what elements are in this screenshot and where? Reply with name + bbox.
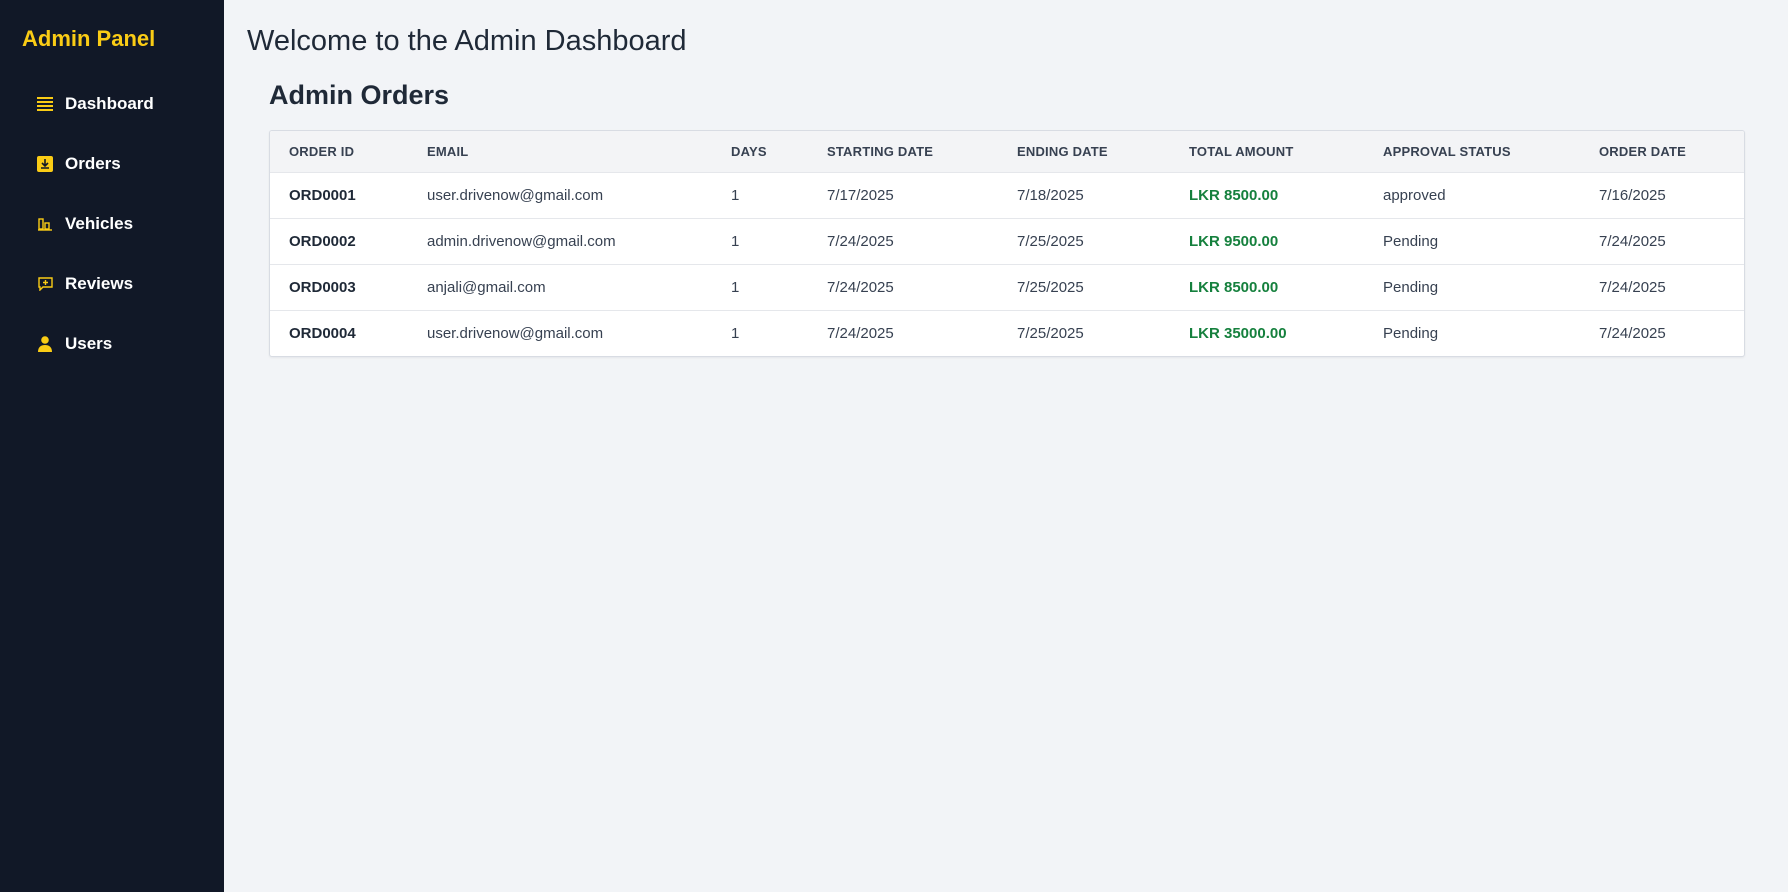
cell-total-amount: LKR 9500.00 xyxy=(1170,218,1364,265)
sidebar-item-dashboard[interactable]: Dashboard xyxy=(0,74,224,134)
main-content: Welcome to the Admin Dashboard Admin Ord… xyxy=(224,0,1788,892)
sidebar-item-users[interactable]: Users xyxy=(0,314,224,374)
cell-order-id: ORD0004 xyxy=(289,324,356,342)
sidebar-item-reviews[interactable]: Reviews xyxy=(0,254,224,314)
cell-days: 1 xyxy=(712,264,808,311)
cell-email: anjali@gmail.com xyxy=(408,264,712,311)
cell-days: 1 xyxy=(712,218,808,265)
table-row: ORD0004 user.drivenow@gmail.com 1 7/24/2… xyxy=(270,310,1744,356)
orders-table: ORDER ID EMAIL DAYS STARTING DATE ENDING… xyxy=(270,131,1744,356)
table-row: ORD0001 user.drivenow@gmail.com 1 7/17/2… xyxy=(270,172,1744,219)
sidebar: Admin Panel Dashboard Orders Vehicles Re… xyxy=(0,0,224,892)
cell-order-date: 7/16/2025 xyxy=(1580,172,1744,219)
column-header-approval-status: APPROVAL STATUS xyxy=(1364,131,1580,173)
cell-approval-status: approved xyxy=(1364,172,1580,219)
sidebar-item-label: Users xyxy=(65,334,113,353)
cell-email: user.drivenow@gmail.com xyxy=(408,172,712,219)
cell-days: 1 xyxy=(712,172,808,219)
brand-title: Admin Panel xyxy=(22,26,156,51)
table-header-row: ORDER ID EMAIL DAYS STARTING DATE ENDING… xyxy=(270,131,1744,173)
column-header-order-id: ORDER ID xyxy=(270,131,408,173)
cell-order-id: ORD0001 xyxy=(270,172,408,219)
cell-approval-status: Pending xyxy=(1364,218,1580,265)
column-header-total-amount: TOTAL AMOUNT xyxy=(1170,131,1364,173)
cell-order-id: ORD0002 xyxy=(270,218,408,265)
cell-ending-date: 7/25/2025 xyxy=(998,264,1170,311)
table-row: ORD0002 admin.drivenow@gmail.com 1 7/24/… xyxy=(270,218,1744,265)
cell-email: admin.drivenow@gmail.com xyxy=(408,218,712,265)
cell-order-date: 7/24/2025 xyxy=(1599,324,1666,342)
cell-total-amount: LKR 35000.00 xyxy=(1189,324,1287,342)
download-icon xyxy=(36,155,54,173)
sidebar-item-orders[interactable]: Orders xyxy=(0,134,224,194)
cell-starting-date: 7/24/2025 xyxy=(808,264,998,311)
cell-ending-date: 7/18/2025 xyxy=(998,172,1170,219)
column-header-days: DAYS xyxy=(712,131,808,173)
column-header-ending-date: ENDING DATE xyxy=(998,131,1170,173)
list-icon xyxy=(36,95,54,113)
user-icon xyxy=(36,335,54,353)
cell-approval-status: Pending xyxy=(1383,324,1439,342)
sidebar-item-label: Vehicles xyxy=(65,214,134,233)
bar-chart-icon xyxy=(36,215,54,233)
cell-total-amount: LKR 8500.00 xyxy=(1170,172,1364,219)
cell-order-date: 7/24/2025 xyxy=(1580,218,1744,265)
cell-total-amount: LKR 8500.00 xyxy=(1170,264,1364,311)
cell-email: user.drivenow@gmail.com xyxy=(427,324,604,342)
cell-starting-date: 7/17/2025 xyxy=(808,172,998,219)
app: Admin Panel Dashboard Orders Vehicles Re… xyxy=(0,0,1788,892)
column-header-starting-date: STARTING DATE xyxy=(808,131,998,173)
section-title: Admin Orders xyxy=(269,80,450,110)
cell-order-date: 7/24/2025 xyxy=(1580,264,1744,311)
cell-starting-date: 7/24/2025 xyxy=(827,324,894,342)
column-header-order-date: ORDER DATE xyxy=(1580,131,1744,173)
cell-days: 1 xyxy=(731,324,740,342)
message-plus-icon xyxy=(36,275,54,293)
cell-order-id: ORD0003 xyxy=(270,264,408,311)
orders-table-container: ORDER ID EMAIL DAYS STARTING DATE ENDING… xyxy=(269,130,1745,357)
page-title: Welcome to the Admin Dashboard xyxy=(247,25,687,57)
cell-ending-date: 7/25/2025 xyxy=(998,218,1170,265)
cell-ending-date: 7/25/2025 xyxy=(1017,324,1084,342)
table-row: ORD0003 anjali@gmail.com 1 7/24/2025 7/2… xyxy=(270,264,1744,311)
sidebar-item-label: Reviews xyxy=(65,274,134,293)
sidebar-item-label: Dashboard xyxy=(65,94,154,113)
cell-starting-date: 7/24/2025 xyxy=(808,218,998,265)
cell-approval-status: Pending xyxy=(1364,264,1580,311)
sidebar-item-label: Orders xyxy=(65,154,121,173)
column-header-email: EMAIL xyxy=(408,131,712,173)
orders-section: Admin Orders ORDER ID EMAIL DAYS STARTIN… xyxy=(247,60,1788,357)
sidebar-item-vehicles[interactable]: Vehicles xyxy=(0,194,224,254)
